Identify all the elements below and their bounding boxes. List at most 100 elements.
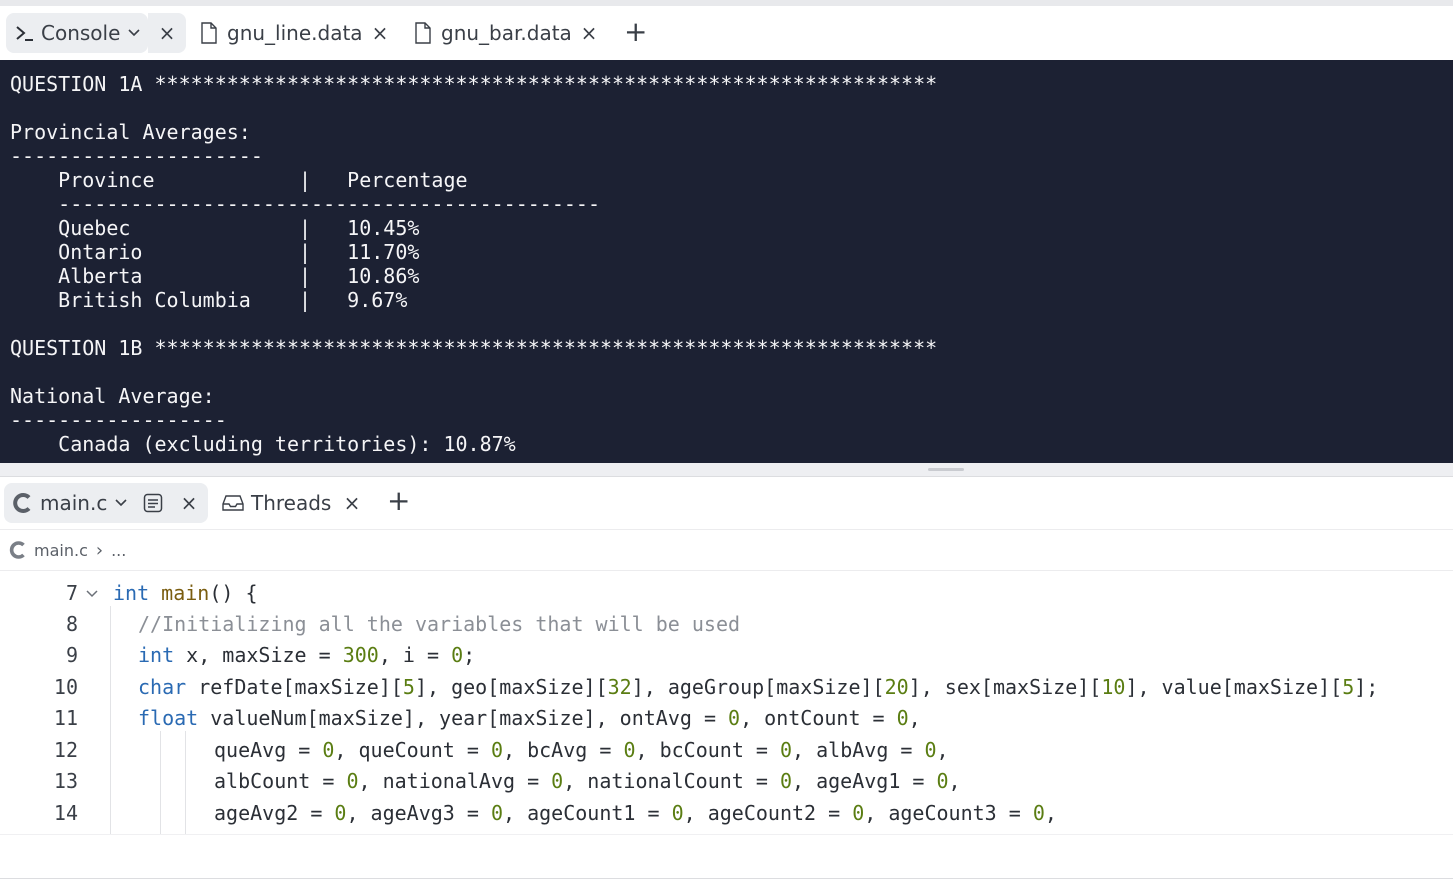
close-gnu-line-tab-button[interactable]: × <box>361 13 399 53</box>
chevron-right-icon: › <box>95 539 104 561</box>
console-line: Canada (excluding territories): 10.87% <box>10 432 516 456</box>
code-text: int main() { <box>113 578 258 609</box>
code-line[interactable]: 12 queAvg = 0, queCount = 0, bcAvg = 0, b… <box>0 735 1453 766</box>
number-token: 0 <box>671 801 684 825</box>
console-output[interactable]: QUESTION 1A ****************************… <box>0 60 1453 463</box>
fold-chevron-icon[interactable] <box>86 583 98 609</box>
pane-resize-handle[interactable] <box>0 463 1453 477</box>
drag-grip-icon <box>928 468 964 471</box>
number-token: 300 <box>342 643 379 667</box>
code-token: valueNum[maxSize], year[maxSize], ontAvg… <box>198 706 729 730</box>
line-number: 9 <box>65 643 78 667</box>
number-token: 0 <box>1032 801 1045 825</box>
number-token: 0 <box>779 738 793 762</box>
tab-threads-label: Threads <box>251 491 332 515</box>
c-language-icon <box>8 540 28 560</box>
number-token: 0 <box>322 738 335 762</box>
line-number: 14 <box>53 801 78 825</box>
line-number: 13 <box>53 769 78 793</box>
console-line: Quebec | 10.45% <box>10 216 420 240</box>
code-line[interactable]: 11 float valueNum[maxSize], year[maxSize]… <box>0 703 1453 734</box>
code-line[interactable]: 10 char refDate[maxSize][5], geo[maxSize]… <box>0 672 1453 703</box>
tab-threads[interactable]: Threads <box>222 483 331 523</box>
console-line: National Average: <box>10 384 215 408</box>
console-line: Ontario | 11.70% <box>10 240 420 264</box>
file-icon <box>414 22 432 44</box>
code-token: , <box>948 769 961 793</box>
chevron-down-icon[interactable] <box>128 29 140 37</box>
chevron-down-icon[interactable] <box>115 499 127 507</box>
number-token: 0 <box>779 769 792 793</box>
number-token: 0 <box>623 738 636 762</box>
plus-icon: + <box>624 15 648 48</box>
code-line[interactable]: 14 ageAvg2 = 0, ageAvg3 = 0, ageCount1 = … <box>0 798 1453 829</box>
close-icon: × <box>371 21 389 45</box>
code-token: ], value[maxSize][ <box>1125 675 1343 699</box>
tab-main-c[interactable]: main.c <box>4 483 170 523</box>
code-token: , bcCount = <box>635 738 780 762</box>
document-outline-icon[interactable] <box>143 493 163 513</box>
console-line: Provincial Averages: <box>10 120 251 144</box>
code-token: , ageAvg3 = <box>346 801 491 825</box>
code-text: int x, maxSize = 300, i = 0; <box>138 640 475 671</box>
code-token: ageAvg2 = <box>214 801 335 825</box>
console-line: Province | Percentage <box>10 168 468 192</box>
close-gnu-bar-tab-button[interactable]: × <box>570 13 608 53</box>
inbox-icon <box>222 494 244 512</box>
tab-gnu-line-data[interactable]: gnu_line.data <box>200 13 363 53</box>
tab-console[interactable]: Console <box>6 13 148 53</box>
terminal-prompt-icon <box>14 24 36 42</box>
number-token: 0 <box>551 769 564 793</box>
number-token: 0 <box>451 643 464 667</box>
number-token: 0 <box>896 706 909 730</box>
code-token: , bcAvg = <box>503 738 624 762</box>
code-token: , queCount = <box>334 738 491 762</box>
code-text: queAvg = 0, queCount = 0, bcAvg = 0, bcC… <box>214 735 949 766</box>
code-token: , <box>1044 801 1057 825</box>
close-threads-tab-button[interactable]: × <box>333 483 371 523</box>
number-token: 0 <box>852 801 865 825</box>
code-token: , albAvg = <box>792 738 925 762</box>
comment-token: //Initializing all the variables that wi… <box>138 612 741 636</box>
number-token: 10 <box>1101 675 1126 699</box>
number-token: 0 <box>728 706 741 730</box>
code-text: //Initializing all the variables that wi… <box>138 609 740 640</box>
code-token: , ageCount3 = <box>864 801 1033 825</box>
breadcrumb-more[interactable]: ... <box>111 541 126 560</box>
breadcrumb: main.c › ... <box>0 529 1453 571</box>
console-line: Alberta | 10.86% <box>10 264 420 288</box>
number-token: 5 <box>1342 675 1355 699</box>
code-token: ], geo[maxSize][ <box>414 675 608 699</box>
close-icon: × <box>580 21 598 45</box>
breadcrumb-file[interactable]: main.c <box>34 541 88 560</box>
console-tab-bar: Console × gnu_line.data × gnu_bar.data ×… <box>0 0 1453 60</box>
code-text: float valueNum[maxSize], year[maxSize], … <box>138 703 921 734</box>
close-icon: × <box>180 491 198 515</box>
add-editor-tab-button[interactable]: + <box>387 487 410 515</box>
code-editor[interactable]: 7 int main() {8 //Initializing all the var… <box>0 572 1453 834</box>
number-token: 32 <box>607 675 632 699</box>
number-token: 0 <box>334 801 347 825</box>
code-line[interactable]: 7 int main() { <box>0 578 1453 609</box>
tab-gnu-bar-data[interactable]: gnu_bar.data <box>414 13 572 53</box>
tab-main-c-label: main.c <box>40 491 108 515</box>
editor-footer <box>0 834 1453 879</box>
plus-icon: + <box>387 484 411 517</box>
close-console-tab-button[interactable]: × <box>148 13 186 53</box>
code-line[interactable]: 8 //Initializing all the variables that w… <box>0 609 1453 640</box>
code-token: ], sex[maxSize][ <box>908 675 1102 699</box>
code-token: queAvg = <box>214 738 323 762</box>
add-tab-button[interactable]: + <box>624 18 647 46</box>
code-line[interactable]: 13 albCount = 0, nationalAvg = 0, nationa… <box>0 766 1453 797</box>
code-token: x, maxSize = <box>174 643 343 667</box>
close-icon: × <box>343 491 361 515</box>
console-line: QUESTION 1A ****************************… <box>10 72 938 96</box>
close-main-c-tab-button[interactable]: × <box>170 483 208 523</box>
code-token: , <box>908 706 921 730</box>
code-token: , ageCount1 = <box>503 801 672 825</box>
editor-tab-bar: main.c × Threads × + <box>0 477 1453 529</box>
code-line[interactable]: 9 int x, maxSize = 300, i = 0; <box>0 640 1453 671</box>
code-token: () { <box>209 581 258 605</box>
keyword-token: float <box>138 706 199 730</box>
code-token: , <box>936 738 949 762</box>
